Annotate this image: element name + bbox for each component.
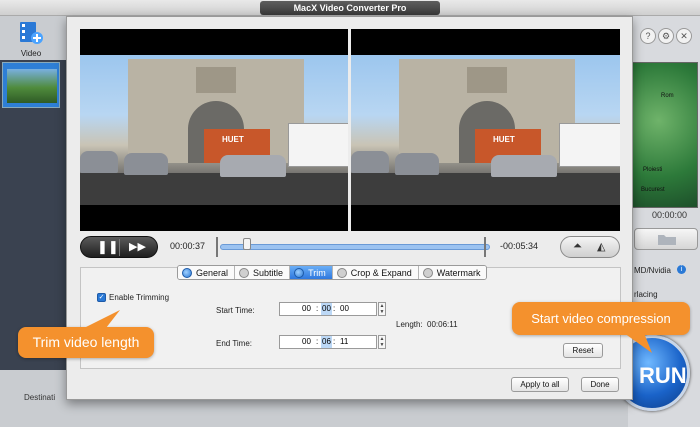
watermark-icon <box>422 268 433 278</box>
checkmark-icon: ✓ <box>97 293 106 303</box>
preview-frame: HUET <box>351 55 620 205</box>
edit-tabs: General Subtitle Trim Crop & Expand Wate… <box>177 265 488 280</box>
map-label: Rom <box>661 93 674 99</box>
seek-slider[interactable] <box>220 244 490 250</box>
title-bar: MacX Video Converter Pro <box>0 0 700 16</box>
add-video-button[interactable]: Video <box>8 18 54 58</box>
bus-image <box>559 123 620 167</box>
video-button-label: Video <box>20 49 42 58</box>
map-label: Ploiesti <box>643 167 663 173</box>
length-label: Length: <box>396 320 423 329</box>
video-film-icon <box>20 22 43 44</box>
end-time-field[interactable]: 00 : 06 : 11 <box>279 335 377 349</box>
done-button[interactable]: Done <box>581 377 619 392</box>
tab-watermark[interactable]: Watermark <box>418 266 487 279</box>
flip-horizontal-icon[interactable]: ◭ <box>597 240 605 253</box>
pause-button[interactable]: ❚❚ <box>97 239 119 255</box>
remaining-time: -00:05:34 <box>500 241 539 251</box>
tab-crop-expand[interactable]: Crop & Expand <box>332 266 419 279</box>
tab-trim[interactable]: Trim <box>290 266 333 279</box>
preview-frame: HUET <box>80 55 348 205</box>
playback-controls: ❚❚ ▶▶ 00:00:37 -00:05:34 ⏶ ◭ <box>80 235 621 259</box>
length-value: 00:06:11 <box>427 320 458 329</box>
play-controls: ❚❚ ▶▶ <box>80 236 158 258</box>
original-preview: HUET <box>80 29 348 231</box>
end-time-stepper[interactable]: ▲ ▼ <box>378 335 386 349</box>
compress-callout: Start video compression <box>512 302 690 335</box>
preview-map-image: Rom Ploiesti Bucurest <box>632 62 698 208</box>
output-preview: HUET <box>351 29 620 231</box>
deinterlacing-label: rlacing <box>634 290 658 299</box>
enable-trimming-checkbox[interactable]: ✓ Enable Trimming <box>97 293 170 303</box>
start-time-label: Start Time: <box>216 306 255 315</box>
top-right-icons: ? ⚙ ✕ <box>640 28 694 44</box>
trim-callout: Trim video length <box>18 327 154 358</box>
start-time-stepper[interactable]: ▲ ▼ <box>378 302 386 316</box>
destination-label: Destinati <box>24 393 56 402</box>
bus-image <box>288 123 348 167</box>
flip-controls: ⏶ ◭ <box>560 236 620 258</box>
help-icon[interactable]: i <box>677 265 686 274</box>
truck-text: HUET <box>222 135 244 144</box>
video-thumbnail[interactable] <box>2 62 60 108</box>
subtitle-icon <box>239 268 250 278</box>
close-icon[interactable]: ✕ <box>676 28 692 44</box>
start-time-field[interactable]: 00 : 00 : 00 <box>279 302 377 316</box>
end-time-label: End Time: <box>216 339 253 348</box>
flip-vertical-icon[interactable]: ⏶ <box>573 240 582 253</box>
run-label: RUN <box>639 363 687 388</box>
folder-icon <box>658 235 676 245</box>
trim-icon <box>294 268 305 278</box>
enable-trimming-label: Enable Trimming <box>109 293 170 302</box>
info-icon[interactable]: ? <box>640 28 656 44</box>
window-title: MacX Video Converter Pro <box>260 1 440 15</box>
tab-subtitle[interactable]: Subtitle <box>235 266 291 279</box>
thumbnail-image <box>7 69 57 103</box>
apply-to-all-button[interactable]: Apply to all <box>511 377 569 392</box>
truck-text: HUET <box>493 135 515 144</box>
callout-pointer <box>84 310 120 328</box>
map-label: Bucurest <box>641 187 665 193</box>
crop-icon <box>336 268 347 278</box>
preview-timecode: 00:00:00 <box>652 210 688 220</box>
tab-general[interactable]: General <box>178 266 236 279</box>
trim-end-marker[interactable] <box>484 237 490 257</box>
current-time: 00:00:37 <box>170 241 206 251</box>
app-window: MacX Video Converter Pro Video ? ⚙ ✕ Rom P… <box>0 0 700 427</box>
fast-forward-button[interactable]: ▶▶ <box>129 240 146 253</box>
settings-icon[interactable]: ⚙ <box>658 28 674 44</box>
callout-pointer <box>624 333 652 353</box>
general-icon <box>182 268 192 278</box>
hardware-accel-label: MD/Nvidia <box>634 266 671 275</box>
reset-button[interactable]: Reset <box>563 343 603 358</box>
open-folder-button[interactable] <box>634 228 698 250</box>
seek-knob[interactable] <box>243 238 251 250</box>
